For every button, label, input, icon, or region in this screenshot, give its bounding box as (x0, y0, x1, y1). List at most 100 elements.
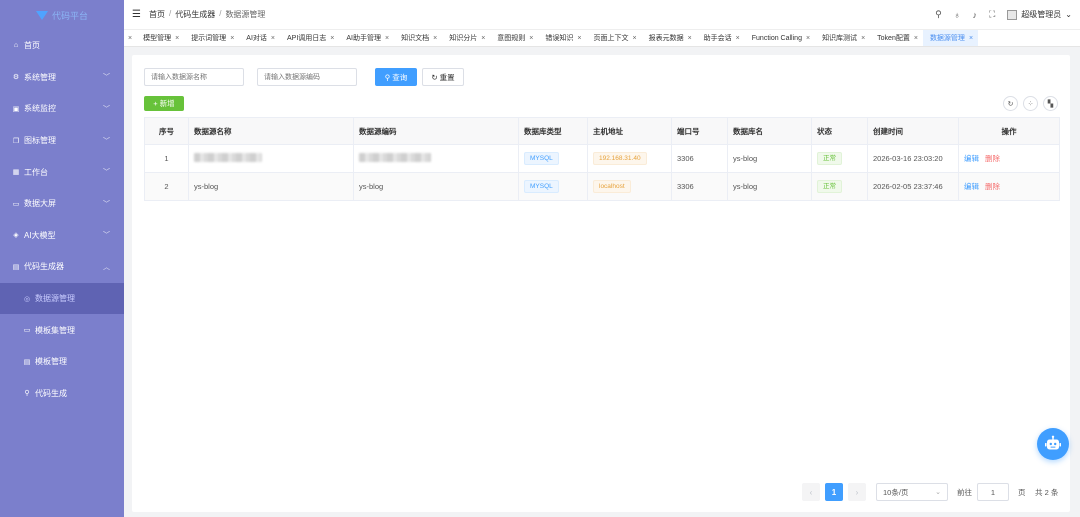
user-name: 超级管理员 (1021, 10, 1062, 19)
goto-page-input[interactable]: 1 (977, 483, 1009, 501)
close-icon[interactable]: × (736, 35, 740, 42)
sidebar: 代码平台 ⌂ 首页 ⚙ 系统管理 ﹀ ▣ 系统监控 ﹀ ❐ 图标管理 ﹀ ▦ 工作台 ﹀ ▭ 数据大屏 ﹀ ◈ AI… (0, 0, 124, 517)
cell-status: 正常 (811, 172, 868, 201)
sidebar-submenu: ◎ 数据源管理 ▭ 模板集管理 ▤ 模板管理 ⚲ 代码生成 (0, 282, 124, 410)
sidebar-subitem-label: 数据源管理 (35, 294, 75, 304)
next-page-button[interactable]: › (848, 483, 866, 501)
query-button[interactable]: ⚲ 查询 (375, 68, 417, 86)
tab-4[interactable]: AI助手管理 × (339, 30, 394, 46)
close-icon[interactable]: × (271, 35, 275, 42)
close-icon[interactable]: × (577, 35, 581, 42)
close-icon[interactable]: × (806, 35, 810, 42)
tab-14[interactable]: Token配置 × (870, 30, 923, 46)
breadcrumb-home[interactable]: 首页 (149, 9, 165, 20)
sidebar-subitem-3[interactable]: ⚲ 代码生成 (0, 378, 124, 410)
sidebar-item-7[interactable]: ▤ 代码生成器 ︿ (0, 251, 124, 283)
sidebar-subitem-2[interactable]: ▤ 模板管理 (0, 346, 124, 378)
submenu-icon: ▤ (23, 358, 31, 366)
search-icon[interactable]: ⚲ (935, 9, 942, 20)
menu-icon: ▦ (12, 169, 20, 177)
col-db-name: 数据库名 (727, 117, 812, 145)
col-db-type: 数据库类型 (518, 117, 588, 145)
sidebar-item-2[interactable]: ▣ 系统监控 ﹀ (0, 93, 124, 125)
tab-9[interactable]: 页面上下文 × (586, 30, 641, 46)
close-icon[interactable]: × (861, 35, 865, 42)
page-number[interactable]: 1 (825, 483, 843, 501)
breadcrumb-code-generator[interactable]: 代码生成器 (175, 9, 215, 20)
chevron-right-icon: › (855, 487, 859, 497)
fullscreen-icon[interactable]: ⛶ (989, 9, 995, 20)
tab-7[interactable]: 意图规则 × (490, 30, 538, 46)
user-menu[interactable]: 超级管理员 ⌄ (1007, 9, 1072, 20)
menu-toggle-icon[interactable]: ☰ (132, 9, 141, 20)
status-badge: 正常 (817, 180, 842, 193)
goto-label: 前往 (957, 487, 972, 497)
tab-8[interactable]: 错误知识 × (538, 30, 586, 46)
datasource-name-input[interactable] (144, 68, 244, 86)
delete-button[interactable]: 删除 (985, 154, 1000, 163)
robot-icon (1045, 435, 1061, 450)
refresh-table-button[interactable]: ↻ (1003, 96, 1018, 111)
close-icon[interactable]: × (385, 35, 389, 42)
sidebar-subitem-1[interactable]: ▭ 模板集管理 (0, 314, 124, 346)
sidebar-item-0[interactable]: ⌂ 首页 (0, 30, 124, 62)
delete-button[interactable]: 删除 (985, 182, 1000, 191)
tab-13[interactable]: 知识库测试 × (815, 30, 870, 46)
tab-2[interactable]: AI对话 × (239, 30, 280, 46)
edit-button[interactable]: 编辑 (964, 182, 979, 191)
total-count: 共 2 条 (1035, 487, 1059, 497)
close-icon[interactable]: × (175, 35, 179, 42)
shirt-icon[interactable]: ♁ (954, 10, 961, 20)
close-icon[interactable]: × (969, 35, 973, 42)
menu-icon: ▤ (12, 263, 20, 271)
tab-12[interactable]: Function Calling × (745, 30, 815, 46)
close-icon[interactable]: × (632, 35, 636, 42)
sidebar-item-6[interactable]: ◈ AI大模型 ﹀ (0, 220, 124, 252)
sidebar-item-3[interactable]: ❐ 图标管理 ﹀ (0, 125, 124, 157)
close-icon[interactable]: × (914, 35, 918, 42)
cell-name: ys-blog (188, 172, 354, 201)
main-card: ⚲查询 ↻重置 +新增 ↻ ⁘ ▚ 序号 数据源名称 数据源编码 数据库类型 主… (132, 55, 1070, 512)
close-icon[interactable]: × (330, 35, 334, 42)
tab-1[interactable]: 提示词管理 × (184, 30, 239, 46)
close-icon[interactable]: × (529, 35, 533, 42)
close-icon[interactable]: × (481, 35, 485, 42)
close-icon[interactable]: × (433, 35, 437, 42)
close-icon[interactable]: × (230, 35, 234, 42)
tab-3[interactable]: API调用日志 × (280, 30, 339, 46)
tab-label: 知识分片 (449, 35, 478, 42)
prev-page-button[interactable]: ‹ (802, 483, 820, 501)
sidebar-item-4[interactable]: ▦ 工作台 ﹀ (0, 156, 124, 188)
tab-15[interactable]: 数据源管理 × (922, 30, 979, 46)
density-button[interactable]: ⁘ (1023, 96, 1038, 111)
close-icon[interactable]: × (124, 35, 136, 42)
sidebar-item-label: 系统管理 (24, 72, 56, 82)
tab-6[interactable]: 知识分片 × (442, 30, 490, 46)
ai-assistant-button[interactable] (1037, 428, 1069, 460)
tab-10[interactable]: 报表元数据 × (642, 30, 697, 46)
table-header-row: 序号 数据源名称 数据源编码 数据库类型 主机地址 端口号 数据库名 状态 创建… (144, 117, 1060, 145)
tab-label: API调用日志 (287, 35, 327, 42)
cell-db-type: MYSQL (518, 172, 588, 201)
datasource-code-input[interactable] (257, 68, 357, 86)
column-settings-button[interactable]: ▚ (1043, 96, 1058, 111)
tab-11[interactable]: 助手会话 × (697, 30, 745, 46)
close-icon[interactable]: × (688, 35, 692, 42)
bell-icon[interactable]: ♪ (972, 10, 977, 20)
chevron-down-icon: ⌄ (1065, 10, 1072, 19)
edit-button[interactable]: 编辑 (964, 154, 979, 163)
breadcrumb-separator: / (219, 9, 222, 18)
breadcrumb-separator: / (168, 9, 172, 18)
tab-5[interactable]: 知识文档 × (394, 30, 442, 46)
chevron-up-icon: ︿ (103, 263, 110, 271)
table-row: 2 ys-blog ys-blog MYSQL localhost 3306 ys-blog… (144, 172, 1060, 201)
page-size-select[interactable]: 10条/页 ⌄ (876, 483, 948, 501)
sidebar-subitem-0[interactable]: ◎ 数据源管理 (0, 282, 124, 315)
logo[interactable]: 代码平台 (0, 0, 124, 30)
reset-button[interactable]: ↻ 重置 (422, 68, 464, 86)
tab-0[interactable]: 模型管理 × (136, 30, 184, 46)
tab-label: 数据源管理 (929, 35, 965, 42)
sidebar-item-5[interactable]: ▭ 数据大屏 ﹀ (0, 188, 124, 220)
add-button[interactable]: + 新增 (144, 96, 184, 111)
sidebar-item-1[interactable]: ⚙ 系统管理 ﹀ (0, 62, 124, 94)
